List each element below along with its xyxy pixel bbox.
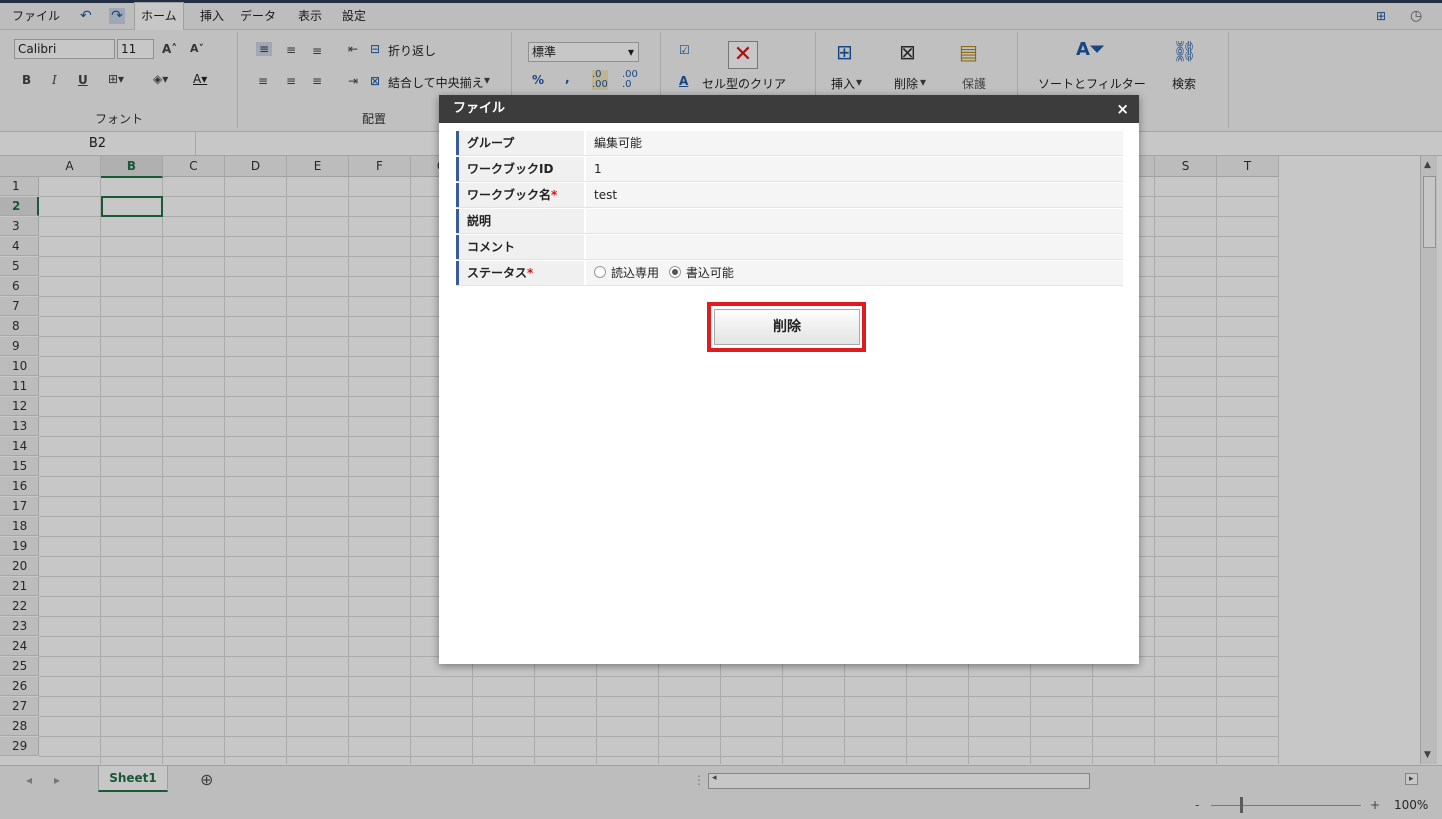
field-label: ワークブックID [456, 157, 586, 181]
dialog-title: ファイル [453, 101, 506, 116]
field-row-status: ステータス* 読込専用 書込可能 [456, 261, 1123, 286]
field-label: ワークブック名* [456, 183, 586, 207]
dialog-title-bar: ファイル × [439, 95, 1139, 123]
required-mark: * [527, 266, 534, 280]
field-row-workbook-name: ワークブック名* test [456, 183, 1123, 208]
radio-readonly[interactable] [594, 266, 606, 278]
field-label: コメント [456, 235, 586, 259]
field-row-description: 説明 [456, 209, 1123, 234]
field-row-workbook-id: ワークブックID 1 [456, 157, 1123, 182]
field-row-comment: コメント [456, 235, 1123, 260]
field-label: グループ [456, 131, 586, 155]
field-row-group: グループ 編集可能 [456, 131, 1123, 156]
field-value: test [594, 188, 618, 202]
radio-readonly-label: 読込専用 [611, 266, 660, 280]
required-mark: * [551, 188, 558, 202]
radio-editable[interactable] [668, 266, 681, 278]
field-value: 1 [594, 162, 602, 176]
status-radio-group: 読込専用 書込可能 [594, 261, 734, 285]
field-label: ステータス* [456, 261, 586, 285]
field-value: 編集可能 [594, 136, 643, 150]
delete-button[interactable]: 削除 [714, 309, 860, 345]
close-icon[interactable]: × [1116, 95, 1129, 123]
file-dialog: ファイル × グループ 編集可能 ワークブックID 1 ワークブック名* tes… [439, 95, 1139, 664]
field-label: 説明 [456, 209, 586, 233]
radio-editable-label: 書込可能 [685, 266, 734, 280]
